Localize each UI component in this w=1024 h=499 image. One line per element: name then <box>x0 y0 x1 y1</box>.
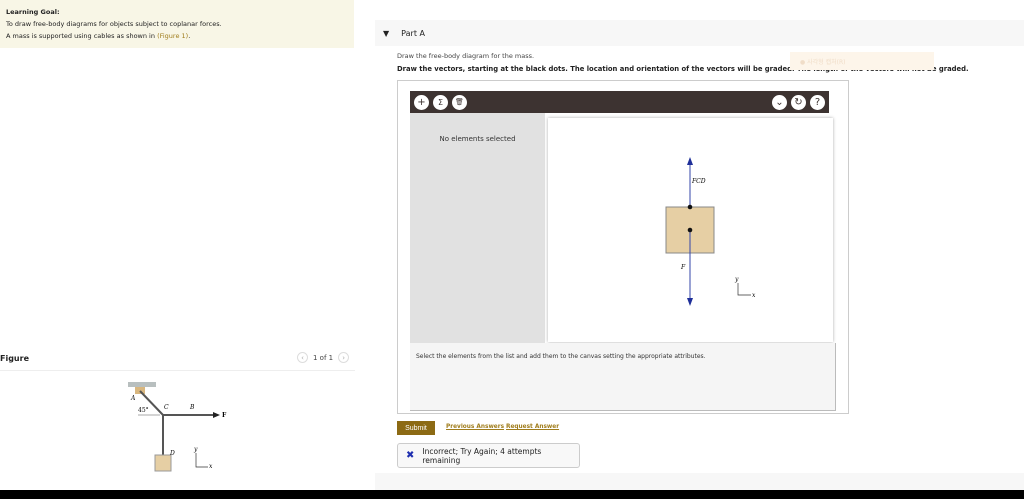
properties-pane: No elements selected <box>410 113 545 343</box>
pin-bracket <box>135 387 145 394</box>
close-icon: ✖ <box>406 450 415 461</box>
arrowhead-down <box>687 298 693 306</box>
label-c: C <box>164 404 169 411</box>
sum-icon[interactable]: Σ <box>433 94 448 110</box>
feedback-text: Incorrect; Try Again; 4 attempts remaini… <box>422 446 542 465</box>
instruction: Draw the free-body diagram for the mass. <box>397 52 535 60</box>
learning-goal: Learning Goal: To draw free-body diagram… <box>0 0 354 48</box>
reset-icon[interactable]: ↻ <box>791 94 806 110</box>
prev-figure-button[interactable]: ‹ <box>297 352 308 363</box>
goal-title: Learning Goal: <box>6 8 60 16</box>
goal-text-2: A mass is supported using cables as show… <box>6 30 348 42</box>
goal-suffix: . <box>188 32 191 40</box>
anchor-dot-center[interactable] <box>687 227 693 233</box>
force-arrow <box>213 412 220 418</box>
label-fcd: FCD <box>691 178 706 185</box>
label-b: B <box>189 404 195 411</box>
trash-icon[interactable]: 🗑 <box>452 94 467 110</box>
axis-x: x <box>752 292 756 299</box>
capture-overlay: ● 사각형 캡처(R) <box>790 52 934 70</box>
figure-pager: ‹ 1 of 1 › <box>297 352 350 363</box>
figure-link[interactable]: (Figure 1) <box>157 32 188 40</box>
anchor-dot-top[interactable] <box>687 204 693 210</box>
collapse-icon: ▼ <box>383 28 390 38</box>
toolbar: + Σ 🗑 ⌄ ↻ ? <box>410 91 829 113</box>
label-y: y <box>193 446 198 453</box>
goal-prefix: A mass is supported using cables as show… <box>6 32 158 40</box>
label-a: A <box>130 395 136 402</box>
hint-area: Select the elements from the list and ad… <box>410 343 836 411</box>
part-title: Part A <box>401 28 425 38</box>
drawing-canvas[interactable]: FCD F y x <box>548 118 833 342</box>
axis-y: y <box>734 276 739 283</box>
label-x: x <box>209 463 213 470</box>
taskbar <box>0 490 1024 499</box>
feedback-box: ✖ Incorrect; Try Again; 4 attempts remain… <box>397 443 580 468</box>
label-f: F <box>222 412 227 419</box>
label-d: D <box>169 450 175 457</box>
divider <box>0 370 355 371</box>
help-icon[interactable]: ? <box>810 94 825 110</box>
hint-text: Select the elements from the list and ad… <box>416 353 706 360</box>
pager-text: 1 of 1 <box>313 353 334 362</box>
fbd-tool: + Σ 🗑 ⌄ ↻ ? No elements selected FCD F y… <box>397 80 849 414</box>
goal-text: To draw free-body diagrams for objects s… <box>6 20 222 28</box>
request-answer-link[interactable]: Request Answer <box>506 424 559 430</box>
submit-button[interactable]: Submit <box>397 421 435 435</box>
part-a-header[interactable]: ▼ Part A <box>375 20 1024 46</box>
axes-icon <box>195 453 208 468</box>
no-selection-text: No elements selected <box>439 135 516 143</box>
next-figure-button[interactable]: › <box>338 352 350 363</box>
previous-answers-link[interactable]: Previous Answers <box>446 424 504 430</box>
label-f: F <box>680 264 686 271</box>
label-angle: 45° <box>138 407 149 414</box>
arrowhead-up <box>687 157 693 165</box>
figure-label: Figure <box>0 354 29 363</box>
next-part-header[interactable] <box>375 473 1024 490</box>
chevron-down-icon[interactable]: ⌄ <box>772 94 787 110</box>
ceiling-support <box>128 382 156 387</box>
figure-diagram: A 45° C B F D y x <box>128 382 227 472</box>
mass-block <box>154 454 172 472</box>
axes-icon <box>737 283 751 296</box>
add-icon[interactable]: + <box>414 94 429 110</box>
